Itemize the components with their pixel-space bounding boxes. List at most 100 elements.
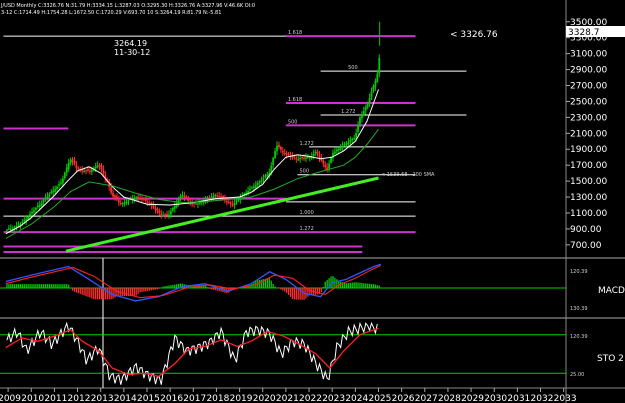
- candle-body: [158, 210, 161, 213]
- candle-body: [46, 196, 49, 198]
- x-tick-label: 2026: [392, 394, 415, 403]
- x-tick-label: 2025: [368, 394, 391, 403]
- candle-body: [225, 201, 228, 203]
- candle-body: [366, 103, 369, 108]
- candle-body: [233, 202, 236, 206]
- fib-level-label: 1.000: [299, 210, 313, 216]
- candle-body: [9, 228, 12, 230]
- candle-body: [135, 197, 138, 199]
- x-tick-label: 2015: [137, 394, 160, 403]
- candle-body: [287, 154, 290, 156]
- candle-body: [276, 145, 278, 152]
- candle-body: [117, 200, 120, 203]
- candle-body: [52, 190, 55, 193]
- candle-body: [87, 169, 89, 171]
- candle-body: [341, 145, 344, 148]
- header-info-line2: 3-12 C:1714.49 H:1754.28 L:1672.50 C:172…: [1, 10, 221, 16]
- x-tick-label: 2031: [507, 394, 530, 403]
- x-tick-label: 2022: [299, 394, 322, 403]
- candle-body: [127, 200, 130, 202]
- candle-body: [50, 191, 53, 194]
- candle-body: [102, 169, 105, 175]
- macd-label: MACD (: [598, 286, 625, 296]
- candle-body: [274, 151, 276, 158]
- candle-body: [256, 183, 259, 186]
- candle-body: [260, 180, 263, 182]
- candle-body: [297, 159, 300, 161]
- candle-body: [229, 202, 232, 204]
- candle-body: [162, 215, 165, 217]
- candle-body: [81, 170, 84, 172]
- candle-body: [251, 187, 253, 189]
- candle-body: [247, 191, 249, 193]
- candle-body: [335, 149, 338, 152]
- candle-body: [168, 214, 170, 216]
- candle-body: [372, 86, 375, 91]
- last-price-label: < 3326.76: [450, 30, 498, 40]
- candle-body: [262, 178, 265, 181]
- candle-body: [359, 117, 361, 125]
- candle-body: [21, 221, 24, 224]
- x-tick-label: 2014: [114, 394, 137, 403]
- candle-body: [33, 210, 35, 213]
- x-tick-label: 2020: [253, 394, 276, 403]
- candle-body: [125, 201, 128, 204]
- candle-body: [44, 197, 47, 200]
- candle-body: [173, 205, 176, 209]
- candle-body: [303, 157, 305, 159]
- candle-body: [214, 195, 217, 197]
- candle-body: [160, 214, 163, 216]
- candle-body: [316, 151, 319, 155]
- candle-body: [195, 203, 197, 205]
- candle-body: [166, 214, 168, 216]
- annotation-price: 3264.19: [114, 39, 147, 48]
- candle-body: [83, 171, 86, 173]
- candle-body: [301, 157, 303, 159]
- candle-body: [156, 209, 159, 212]
- candle-body: [94, 166, 97, 168]
- candle-body: [362, 110, 365, 116]
- candle-body: [181, 195, 184, 197]
- candle-body: [293, 156, 296, 158]
- candle-body: [285, 153, 288, 155]
- x-tick-label: 2018: [206, 394, 229, 403]
- candle-body: [337, 149, 340, 151]
- candle-body: [171, 207, 174, 211]
- candle-body: [231, 204, 234, 206]
- candle-body: [314, 151, 317, 153]
- candle-body: [306, 157, 309, 159]
- candle-body: [96, 165, 99, 168]
- candle-body: [281, 150, 284, 153]
- x-tick-label: 2028: [438, 394, 461, 403]
- candle-body: [90, 169, 93, 172]
- candle-body: [34, 207, 37, 210]
- candle-body: [216, 195, 219, 197]
- candle-body: [31, 212, 33, 214]
- x-tick-label: 2016: [160, 394, 183, 403]
- candle-body: [75, 165, 78, 168]
- candle-body: [322, 160, 325, 164]
- candle-body: [374, 80, 377, 88]
- candle-body: [368, 97, 371, 104]
- x-tick-label: 2030: [484, 394, 507, 403]
- sma200-label: < 1539.68 - 200 SMA: [381, 172, 435, 178]
- candle-body: [139, 197, 141, 199]
- candle-body: [170, 211, 172, 215]
- candle-body: [295, 158, 298, 160]
- candle-body: [333, 151, 336, 154]
- candle-body: [60, 182, 62, 184]
- candle-body: [187, 198, 190, 201]
- candle-body: [278, 144, 280, 148]
- y-tick-label: 2500.00: [570, 97, 607, 107]
- candle-body: [69, 160, 72, 164]
- candle-body: [110, 187, 113, 193]
- fib-level-label: 1.272: [341, 109, 355, 115]
- candle-body: [254, 185, 257, 188]
- candle-body: [164, 214, 167, 216]
- macd-tick-1: 120.39: [570, 269, 588, 275]
- candle-body: [191, 203, 194, 205]
- candle-body: [121, 203, 124, 205]
- candle-body: [264, 175, 267, 178]
- candle-body: [123, 202, 126, 204]
- candle-body: [299, 157, 302, 159]
